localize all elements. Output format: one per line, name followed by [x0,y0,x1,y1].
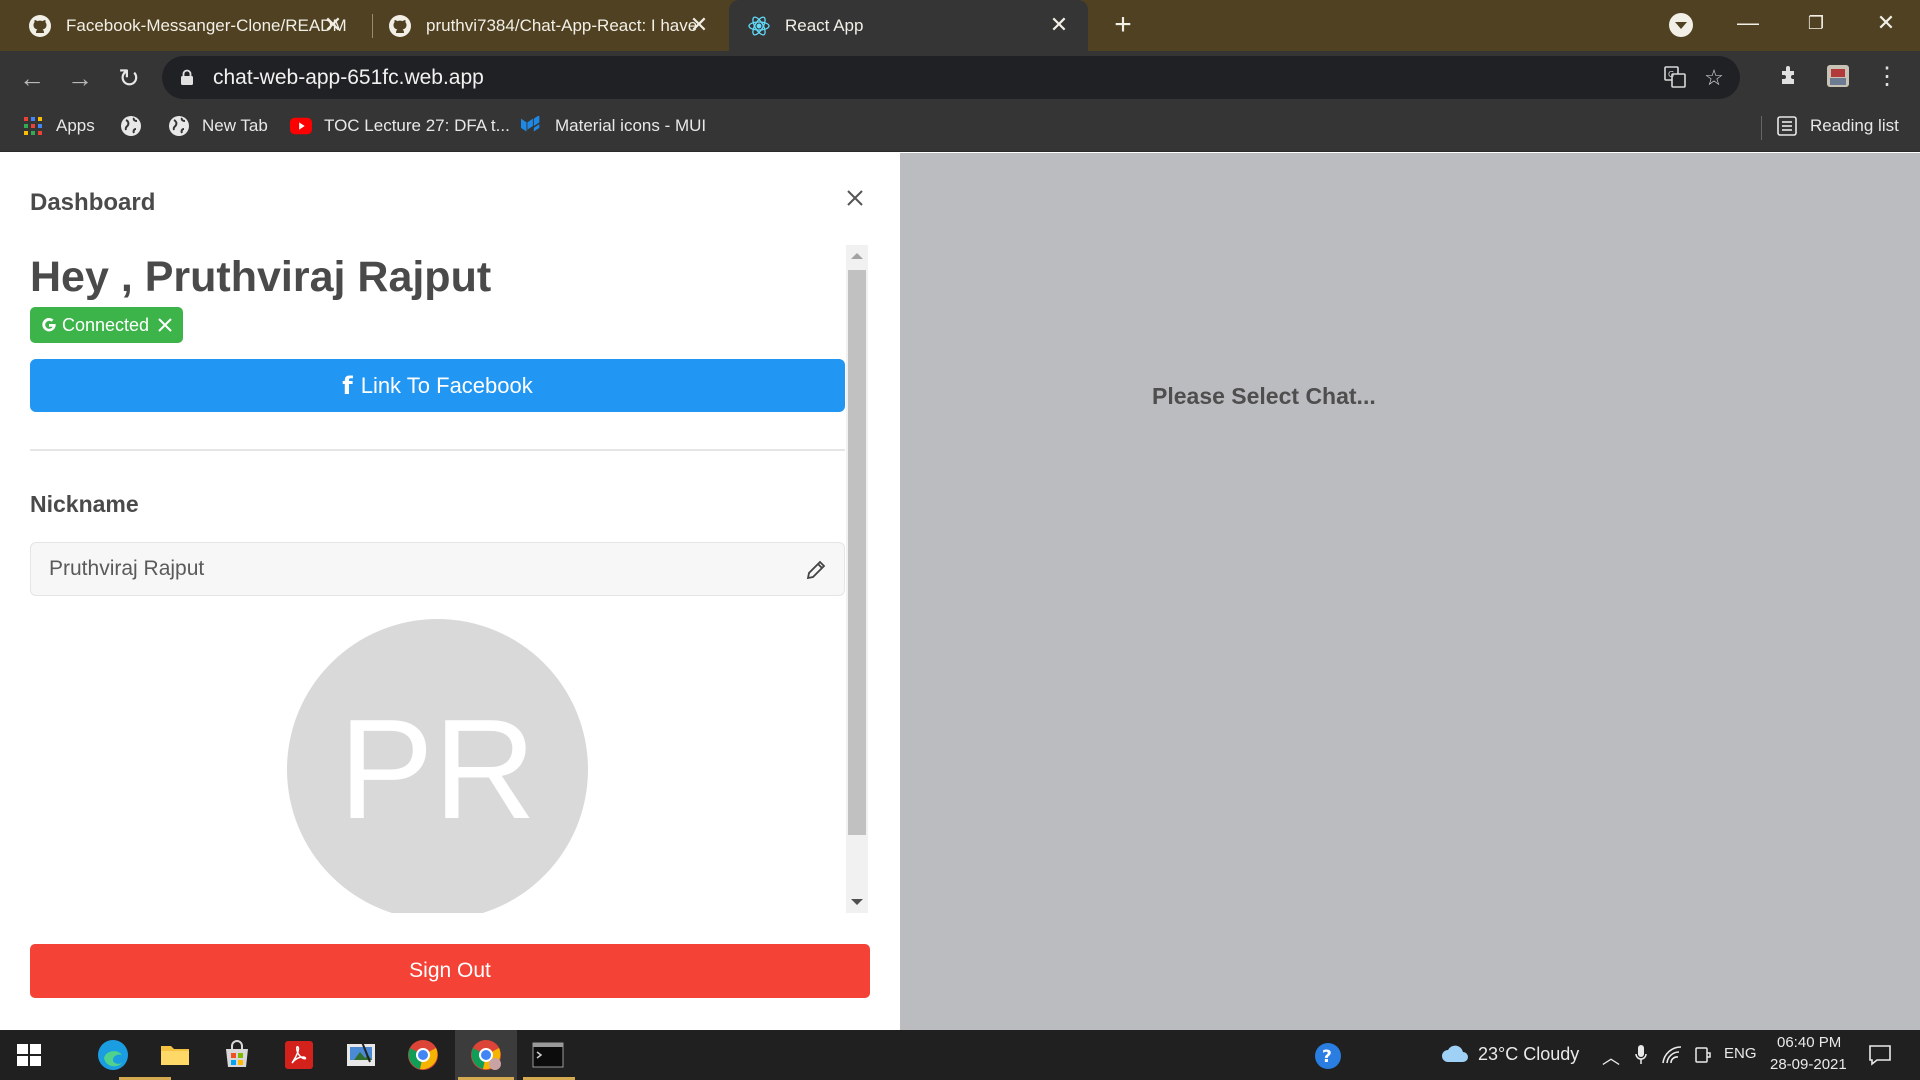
bookmark-toc-lecture[interactable]: TOC Lecture 27: DFA t... [290,104,510,148]
scroll-down-icon[interactable] [851,899,863,905]
language-indicator[interactable]: ENG [1724,1045,1757,1062]
close-tab-icon[interactable]: ✕ [322,12,344,37]
bookmark-globe[interactable] [120,104,154,148]
facebook-icon: f [342,371,353,400]
acrobat-icon[interactable] [282,1038,316,1072]
link-facebook-label: Link To Facebook [360,372,533,398]
help-icon[interactable]: ? [1313,1041,1343,1071]
reading-list-button[interactable]: Reading list [1776,104,1899,148]
file-explorer-icon[interactable] [158,1038,192,1072]
reading-list-label: Reading list [1810,116,1899,135]
tab-search-icon[interactable] [1669,13,1693,37]
lock-icon [181,69,193,85]
forward-icon[interactable]: → [64,62,96,94]
globe-icon [120,115,142,137]
clock-date[interactable]: 28-09-2021 [1770,1056,1847,1073]
tab-title: Facebook-Messanger-Clone/READM [66,15,347,35]
weather-text[interactable]: 23°C Cloudy [1478,1044,1579,1065]
close-tab-icon[interactable]: ✕ [1048,12,1070,37]
drawer-title: Dashboard [30,189,156,216]
start-icon[interactable] [14,1040,44,1070]
nickname-label: Nickname [30,491,139,517]
disconnect-icon[interactable] [157,317,173,333]
sign-out-button[interactable]: Sign Out [30,944,870,998]
close-drawer-icon[interactable] [842,185,868,211]
extensions-icon[interactable] [1776,63,1804,91]
tab-title: React App [785,15,864,35]
wifi-icon[interactable] [1661,1045,1683,1065]
translate-icon[interactable]: G [1663,66,1687,90]
dashboard-drawer: Dashboard Hey , Pruthviraj Rajput Connec… [0,153,900,1030]
profile-avatar[interactable] [1824,63,1852,91]
notifications-icon[interactable] [1868,1044,1892,1066]
close-tab-icon[interactable]: ✕ [688,12,710,37]
app-viewport: Please Select Chat... Dashboard Hey , Pr… [0,153,1920,1030]
bookmarks-bar: Apps New Tab TOC Lecture 27: DFA t... Ma… [0,104,1920,152]
back-icon[interactable]: ← [16,62,48,94]
reading-list-icon [1776,115,1798,137]
github-icon [388,14,412,38]
restore-icon[interactable]: ❐ [1798,8,1834,38]
globe-icon [168,115,190,137]
avatar: PR [287,619,588,913]
connected-badge: Connected [30,307,184,343]
bookmark-apps[interactable]: Apps [22,104,95,148]
minimize-icon[interactable]: — [1730,8,1766,38]
bookmarks-separator [1761,116,1762,140]
bookmark-material-icons[interactable]: Material icons - MUI [521,104,706,148]
drawer-backdrop[interactable]: Please Select Chat... [900,153,1920,1030]
github-icon [28,14,52,38]
svg-text:G: G [1668,70,1674,79]
store-icon[interactable] [220,1038,254,1072]
bookmark-label: Apps [56,116,95,135]
greeting-heading: Hey , Pruthviraj Rajput [30,253,492,301]
nickname-field[interactable]: Pruthviraj Rajput [30,542,845,596]
url-text: chat-web-app-651fc.web.app [213,66,484,89]
connected-label: Connected [62,314,150,335]
drawer-body: Hey , Pruthviraj Rajput Connected f Link… [0,245,870,913]
bookmark-label: Material icons - MUI [555,116,707,135]
microphone-icon[interactable] [1634,1044,1648,1066]
drawer-scrollbar[interactable] [846,245,868,913]
tab-react-app[interactable]: React App ✕ [729,0,1088,51]
select-chat-placeholder: Please Select Chat... [1152,383,1376,409]
new-tab-icon[interactable]: + [1108,10,1138,40]
battery-icon[interactable] [1693,1045,1713,1065]
tab-strip: Facebook-Messanger-Clone/READM ✕ pruthvi… [0,0,1920,51]
browser-toolbar: ← → ↻ chat-web-app-651fc.web.app G ☆ ⋮ [0,51,1920,104]
chrome-menu-icon[interactable]: ⋮ [1873,63,1901,91]
apps-grid-icon [22,115,44,137]
windows-taskbar: ? 23°C Cloudy ︿ ENG 06:40 PM 28-09-2021 [0,1030,1920,1080]
svg-text:?: ? [1322,1047,1332,1067]
youtube-icon [290,115,312,137]
react-icon [747,14,771,38]
link-facebook-button[interactable]: f Link To Facebook [30,359,845,412]
scrollbar-thumb[interactable] [848,270,866,835]
nickname-value: Pruthviraj Rajput [49,557,205,580]
mui-icon [521,115,543,137]
address-bar[interactable]: chat-web-app-651fc.web.app G ☆ [162,56,1740,99]
chrome-icon[interactable] [406,1038,440,1072]
cloud-icon [1442,1045,1468,1062]
chrome-profile-icon[interactable] [469,1038,503,1072]
bookmark-label: TOC Lecture 27: DFA t... [324,116,510,135]
tab-title: pruthvi7384/Chat-App-React: I have [426,15,698,35]
terminal-icon[interactable] [531,1038,565,1072]
tab-chat-app-react[interactable]: pruthvi7384/Chat-App-React: I have ✕ [360,0,728,51]
edge-icon[interactable] [96,1038,130,1072]
tab-readme[interactable]: Facebook-Messanger-Clone/READM ✕ [0,0,362,51]
snipping-tool-icon[interactable] [344,1038,378,1072]
window-close-icon[interactable]: ✕ [1868,8,1904,38]
scroll-up-icon[interactable] [851,253,863,259]
sign-out-label: Sign Out [409,959,491,982]
chevron-up-icon[interactable]: ︿ [1602,1044,1620,1070]
bookmark-star-icon[interactable]: ☆ [1702,66,1726,90]
pencil-icon[interactable] [804,558,828,582]
bookmark-new-tab[interactable]: New Tab [168,104,268,148]
clock-time[interactable]: 06:40 PM [1777,1034,1841,1051]
section-divider [30,449,845,451]
bookmark-label: New Tab [202,116,268,135]
reload-icon[interactable]: ↻ [113,62,145,94]
google-icon [42,317,56,332]
